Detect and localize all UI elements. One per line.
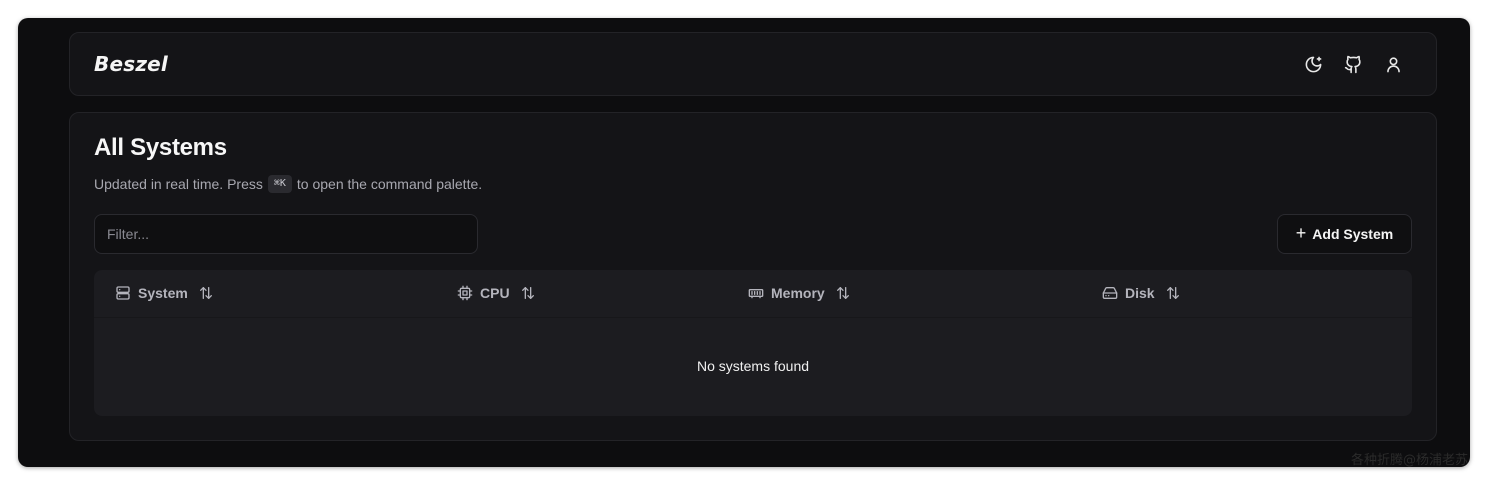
command-shortcut-badge: ⌘K (267, 175, 292, 193)
filter-input[interactable] (94, 214, 478, 254)
cpu-icon (457, 285, 473, 301)
github-button[interactable] (1342, 53, 1364, 75)
empty-state-message: No systems found (696, 358, 810, 374)
table-header: System CPU Memory Disk (94, 270, 1412, 318)
column-header-cpu[interactable]: CPU (457, 285, 536, 301)
brand-logo[interactable]: Beszel (94, 52, 168, 76)
column-label: Disk (1125, 285, 1155, 301)
plus-icon: + (1295, 223, 1307, 243)
systems-card: All Systems Updated in real time. Press … (69, 112, 1437, 441)
add-system-button[interactable]: + Add System (1277, 214, 1412, 254)
subtitle-text-before: Updated in real time. Press (94, 176, 263, 192)
column-label: System (138, 285, 188, 301)
github-icon (1344, 55, 1361, 73)
systems-table: System CPU Memory Disk No systems found (94, 270, 1412, 416)
sort-arrows-icon (199, 287, 212, 299)
server-icon (116, 286, 130, 300)
user-menu-button[interactable] (1382, 53, 1404, 75)
subtitle-text-after: to open the command palette. (296, 176, 483, 192)
user-icon (1386, 56, 1400, 72)
column-header-memory[interactable]: Memory (748, 285, 851, 301)
column-header-system[interactable]: System (115, 285, 214, 301)
top-navbar: Beszel (69, 32, 1437, 96)
sort-arrows-icon (1166, 287, 1179, 299)
column-header-disk[interactable]: Disk (1102, 285, 1181, 301)
app-window: Beszel All Systems Updated in real time.… (18, 18, 1470, 467)
page-subtitle: Updated in real time. Press ⌘K to open t… (94, 175, 482, 193)
page-title: All Systems (94, 134, 227, 161)
add-system-label: Add System (1312, 226, 1394, 242)
column-label: CPU (480, 285, 510, 301)
sort-arrows-icon (836, 287, 849, 299)
column-label: Memory (771, 285, 825, 301)
watermark-text: 各种折腾@杨浦老苏 (1350, 453, 1468, 468)
theme-toggle-button[interactable] (1302, 53, 1324, 75)
memory-icon (748, 289, 764, 299)
theme-toggle-icon (1305, 56, 1321, 72)
hard-drive-icon (1102, 287, 1118, 299)
sort-arrows-icon (521, 287, 534, 299)
header-actions (1302, 53, 1404, 75)
